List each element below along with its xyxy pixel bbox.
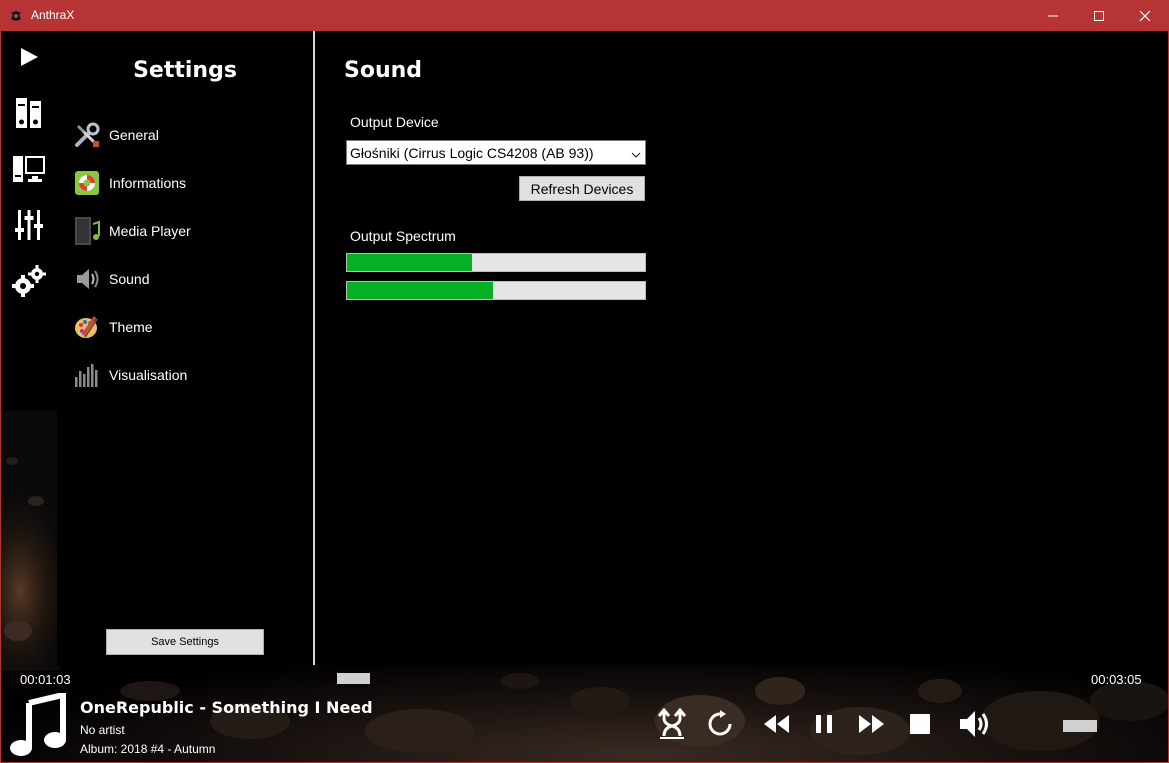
app-logo-icon (9, 8, 23, 22)
seek-slider-thumb[interactable] (337, 673, 370, 684)
palette-icon (73, 313, 101, 341)
player-bar: 00:01:03 00:03:05 OneRepublic - Somethin… (1, 665, 1168, 762)
category-label: Theme (109, 319, 153, 335)
track-title: OneRepublic - Something I Need (80, 698, 373, 717)
fast-forward-button[interactable] (854, 708, 890, 744)
volume-icon (958, 709, 994, 743)
repeat-icon (706, 710, 734, 742)
pause-button[interactable] (806, 708, 842, 744)
maximize-button[interactable] (1076, 0, 1122, 31)
category-general[interactable]: General (73, 117, 303, 153)
window-title: AnthraX (31, 8, 75, 22)
settings-panel: Settings General Informations Media Play… (57, 31, 313, 665)
nav-settings[interactable] (11, 265, 47, 301)
category-label: Informations (109, 175, 187, 191)
shuffle-icon (657, 707, 687, 744)
spectrum-meter-fill (347, 282, 494, 299)
category-media-player[interactable]: Media Player (73, 213, 303, 249)
spectrum-meter-left (346, 253, 646, 272)
stop-button[interactable] (902, 708, 938, 744)
nav-strip (1, 31, 57, 665)
shuffle-button[interactable] (654, 707, 690, 744)
nav-library[interactable] (11, 97, 47, 133)
track-album: Album: 2018 #4 - Autumn (80, 742, 216, 756)
output-device-value: Głośniki (Cirrus Logic CS4208 (AB 93)) (350, 144, 594, 161)
output-device-select[interactable]: Głośniki (Cirrus Logic CS4208 (AB 93)) (346, 140, 646, 165)
close-button[interactable] (1122, 0, 1168, 31)
gears-icon (12, 264, 46, 302)
category-label: Visualisation (109, 367, 188, 383)
nav-screen[interactable] (11, 153, 47, 189)
spectrum-meter-fill (347, 254, 473, 271)
media-player-icon (73, 217, 101, 245)
visualisation-icon (73, 361, 101, 389)
category-label: General (109, 127, 159, 143)
category-label: Media Player (109, 223, 191, 239)
total-time: 00:03:05 (1091, 672, 1142, 687)
elapsed-time: 00:01:03 (20, 672, 71, 687)
category-visualisation[interactable]: Visualisation (73, 357, 303, 393)
volume-button[interactable] (958, 708, 994, 744)
lifebuoy-icon (73, 169, 101, 197)
spectrum-meter-right (346, 281, 646, 300)
nav-now-playing[interactable] (11, 41, 47, 77)
pause-icon (813, 713, 835, 739)
rewind-icon (762, 713, 790, 739)
title-bar: AnthraX (0, 0, 1169, 31)
screen-icon (12, 153, 46, 189)
section-title: Sound (344, 58, 423, 83)
equalizer-icon (15, 208, 43, 246)
category-theme[interactable]: Theme (73, 309, 303, 345)
tools-icon (73, 121, 101, 149)
volume-slider-thumb[interactable] (1063, 720, 1097, 732)
refresh-devices-button[interactable]: Refresh Devices (519, 176, 645, 201)
output-spectrum-label: Output Spectrum (350, 228, 456, 244)
library-icon (14, 96, 44, 134)
category-informations[interactable]: Informations (73, 165, 303, 201)
settings-title: Settings (133, 58, 237, 83)
track-artist: No artist (80, 723, 125, 737)
category-label: Sound (109, 271, 150, 287)
minimize-button[interactable] (1030, 0, 1076, 31)
play-icon (17, 45, 41, 73)
nav-equalizer[interactable] (11, 209, 47, 245)
save-settings-button[interactable]: Save Settings (106, 629, 264, 655)
rewind-button[interactable] (758, 708, 794, 744)
sound-settings-panel: Sound Output Device Głośniki (Cirrus Log… (315, 31, 1168, 665)
music-note-icon (7, 691, 69, 759)
fast-forward-icon (858, 713, 886, 739)
speaker-icon (73, 265, 101, 293)
repeat-button[interactable] (702, 708, 738, 744)
output-device-label: Output Device (350, 114, 439, 130)
chevron-down-icon (631, 147, 641, 163)
stop-icon (909, 713, 931, 739)
category-sound[interactable]: Sound (73, 261, 303, 297)
